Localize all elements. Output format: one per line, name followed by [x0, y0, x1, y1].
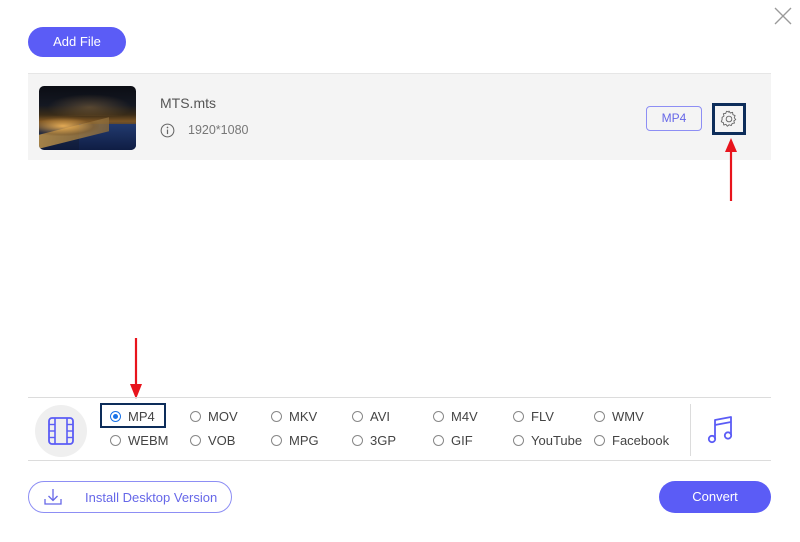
radio-button[interactable] — [110, 410, 121, 422]
format-option-m4v[interactable]: M4V — [433, 408, 478, 424]
format-label: MOV — [208, 408, 238, 424]
format-option-youtube[interactable]: YouTube — [513, 432, 582, 448]
install-desktop-button[interactable]: Install Desktop Version — [28, 481, 232, 513]
info-icon[interactable] — [160, 123, 175, 138]
radio-button[interactable] — [513, 410, 524, 422]
format-option-webm[interactable]: WEBM — [110, 432, 168, 448]
radio-button[interactable] — [190, 410, 201, 422]
radio-button[interactable] — [433, 434, 444, 446]
file-list-item: MTS.mts 1920*1080 MP4 — [28, 73, 771, 160]
annotation-arrow-down — [130, 338, 142, 399]
format-label: Facebook — [612, 432, 670, 448]
format-label: MP4 — [128, 408, 155, 424]
format-option-vob[interactable]: VOB — [190, 432, 235, 448]
radio-button[interactable] — [594, 410, 605, 422]
close-icon — [774, 7, 792, 25]
radio-button[interactable] — [352, 434, 363, 446]
format-label: 3GP — [370, 432, 397, 448]
format-label: GIF — [451, 432, 473, 448]
radio-button[interactable] — [352, 410, 363, 422]
format-option-3gp[interactable]: 3GP — [352, 432, 396, 448]
format-option-gif[interactable]: GIF — [433, 432, 473, 448]
format-option-wmv[interactable]: WMV — [594, 408, 644, 424]
radio-button[interactable] — [190, 434, 201, 446]
output-format-button[interactable]: MP4 — [646, 106, 702, 131]
format-label: FLV — [531, 408, 554, 424]
format-option-mp4[interactable]: MP4 — [110, 408, 155, 424]
format-label: WMV — [612, 408, 644, 424]
format-label: MPG — [289, 432, 319, 448]
format-option-avi[interactable]: AVI — [352, 408, 390, 424]
radio-button[interactable] — [271, 410, 282, 422]
format-label: AVI — [370, 408, 390, 424]
format-option-mpg[interactable]: MPG — [271, 432, 319, 448]
format-label: M4V — [451, 408, 478, 424]
radio-button[interactable] — [110, 434, 121, 446]
radio-button[interactable] — [271, 434, 282, 446]
radio-button[interactable] — [513, 434, 524, 446]
annotation-arrow-up — [725, 138, 737, 201]
audio-category-button[interactable] — [706, 413, 738, 445]
format-option-mkv[interactable]: MKV — [271, 408, 317, 424]
film-strip-icon — [48, 417, 74, 445]
format-option-mov[interactable]: MOV — [190, 408, 238, 424]
video-thumbnail — [39, 86, 136, 150]
format-label: WEBM — [128, 432, 169, 448]
install-desktop-label: Install Desktop Version — [85, 490, 218, 505]
radio-button[interactable] — [594, 434, 605, 446]
format-label: YouTube — [531, 432, 583, 448]
format-option-facebook[interactable]: Facebook — [594, 432, 669, 448]
close-button[interactable] — [772, 5, 794, 27]
download-icon — [44, 489, 62, 505]
settings-button[interactable] — [712, 103, 746, 135]
file-name: MTS.mts — [160, 95, 216, 111]
add-file-button[interactable]: Add File — [28, 27, 126, 57]
music-note-icon — [707, 416, 733, 444]
file-resolution: 1920*1080 — [188, 123, 249, 137]
format-label: VOB — [208, 432, 236, 448]
gear-icon — [720, 110, 737, 127]
panel-divider — [690, 404, 691, 456]
format-label: MKV — [289, 408, 318, 424]
radio-button[interactable] — [433, 410, 444, 422]
format-panel: MP4 MOV MKV AVI M4V FLV WMV WEBM VOB MPG… — [28, 397, 771, 461]
convert-button[interactable]: Convert — [659, 481, 771, 513]
format-option-flv[interactable]: FLV — [513, 408, 554, 424]
video-category-button[interactable] — [35, 405, 87, 457]
